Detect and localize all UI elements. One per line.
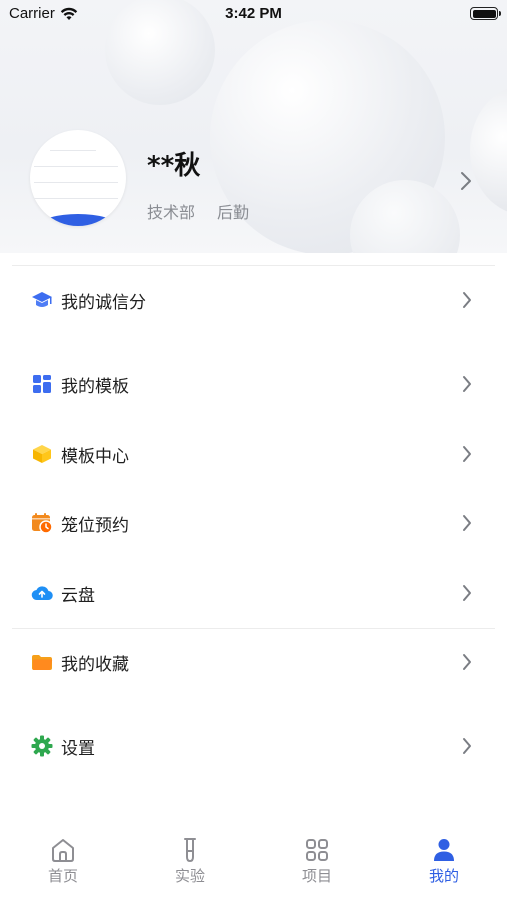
menu-label: 设置: [61, 738, 95, 759]
user-meta: 技术部 后勤: [147, 199, 249, 223]
menu-label: 我的收藏: [61, 654, 129, 675]
template-grid-icon: [31, 373, 53, 395]
tab-label: 实验: [174, 867, 205, 885]
folder-icon: [31, 651, 53, 673]
section-divider: [12, 628, 495, 629]
profile-card[interactable]: **秋 技术部 后勤: [0, 120, 507, 240]
chevron-right-icon: [461, 172, 471, 190]
clock: 3:42 PM: [225, 5, 282, 22]
tab-bar: 首页 实验 项目 我的: [0, 828, 507, 900]
menu-item-template-center[interactable]: 模板中心: [0, 426, 507, 482]
cube-icon: [31, 443, 53, 465]
tab-label: 项目: [301, 867, 332, 885]
graduation-cap-icon: [31, 289, 53, 311]
chevron-right-icon: [463, 585, 471, 601]
avatar[interactable]: [30, 130, 126, 226]
tab-project[interactable]: 项目: [254, 836, 380, 886]
calendar-clock-icon: [31, 512, 53, 534]
tab-mine[interactable]: 我的: [381, 836, 507, 886]
section-divider: [12, 265, 495, 266]
home-icon: [52, 839, 74, 862]
user-department: 技术部: [147, 203, 196, 222]
battery-icon: [470, 7, 501, 20]
menu-item-credit-score[interactable]: 我的诚信分: [0, 272, 507, 328]
user-name: **秋: [147, 151, 201, 181]
tab-experiment[interactable]: 实验: [127, 836, 253, 886]
test-tube-icon: [184, 838, 196, 863]
menu-item-settings[interactable]: 设置: [0, 718, 507, 774]
menu-item-cloud-disk[interactable]: 云盘: [0, 565, 507, 621]
chevron-right-icon: [463, 515, 471, 531]
menu-label: 模板中心: [61, 446, 129, 467]
menu-label: 我的诚信分: [61, 292, 146, 313]
menu-item-cage-booking[interactable]: 笼位预约: [0, 495, 507, 551]
menu-label: 云盘: [61, 585, 95, 606]
chevron-right-icon: [463, 654, 471, 670]
cloud-upload-icon: [31, 582, 53, 604]
menu-item-my-templates[interactable]: 我的模板: [0, 356, 507, 412]
menu-label: 我的模板: [61, 376, 129, 397]
user-role: 后勤: [217, 203, 250, 222]
chevron-right-icon: [463, 292, 471, 308]
chevron-right-icon: [463, 446, 471, 462]
menu-label: 笼位预约: [61, 515, 129, 536]
tab-home[interactable]: 首页: [0, 836, 126, 886]
grid-icon: [306, 839, 328, 861]
gear-icon: [31, 735, 53, 757]
chevron-right-icon: [463, 376, 471, 392]
chevron-right-icon: [463, 738, 471, 754]
user-icon: [434, 839, 454, 861]
tab-label: 首页: [47, 867, 78, 885]
tab-label: 我的: [428, 867, 459, 885]
menu-item-my-favorites[interactable]: 我的收藏: [0, 634, 507, 690]
status-bar: Carrier 3:42 PM: [0, 0, 507, 30]
